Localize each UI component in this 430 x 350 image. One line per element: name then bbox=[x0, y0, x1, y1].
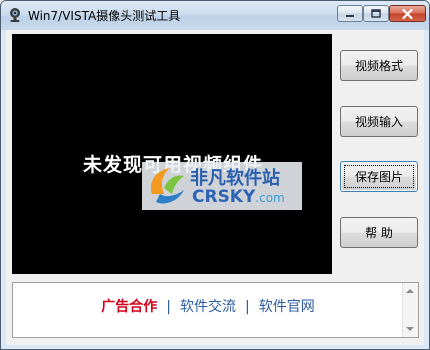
maximize-icon bbox=[371, 9, 381, 18]
link-separator: | bbox=[245, 299, 250, 315]
video-format-button[interactable]: 视频格式 bbox=[340, 50, 418, 81]
scroll-down-icon[interactable] bbox=[406, 327, 414, 331]
crsky-logo-icon bbox=[146, 164, 188, 211]
close-icon bbox=[402, 8, 413, 19]
window-title: Win7/VISTA摄像头测试工具 bbox=[28, 9, 181, 23]
title-bar[interactable]: Win7/VISTA摄像头测试工具 bbox=[1, 1, 429, 30]
links-panel: 广告合作 | 软件交流 | 软件官网 bbox=[12, 282, 419, 338]
software-exchange-link[interactable]: 软件交流 bbox=[180, 299, 236, 315]
video-preview: 未发现可用视频组件 非凡软件站 CRSKY.com bbox=[12, 34, 332, 274]
help-button[interactable]: 帮 助 bbox=[340, 217, 418, 248]
video-input-button[interactable]: 视频输入 bbox=[340, 106, 418, 137]
ad-cooperation-link[interactable]: 广告合作 bbox=[101, 299, 157, 315]
close-button[interactable] bbox=[389, 5, 426, 22]
save-image-button[interactable]: 保存图片 bbox=[340, 161, 418, 192]
webcam-icon bbox=[7, 7, 23, 23]
client-area: 未发现可用视频组件 非凡软件站 CRSKY.com 视频格式 视频输入 保存图片… bbox=[6, 30, 424, 345]
links-row: 广告合作 | 软件交流 | 软件官网 bbox=[13, 296, 403, 316]
minimize-button[interactable] bbox=[337, 5, 363, 22]
scroll-up-icon[interactable] bbox=[406, 289, 414, 293]
watermark-brand-text: CRSKY bbox=[192, 187, 256, 207]
watermark-brand: CRSKY.com bbox=[192, 187, 285, 207]
official-site-link[interactable]: 软件官网 bbox=[259, 299, 315, 315]
vertical-scrollbar[interactable] bbox=[402, 283, 418, 337]
watermark-suffix: .com bbox=[255, 191, 285, 205]
app-window: Win7/VISTA摄像头测试工具 未发现可用视频组件 bbox=[0, 0, 430, 350]
link-separator: | bbox=[166, 299, 171, 315]
maximize-button[interactable] bbox=[363, 5, 389, 22]
minimize-icon bbox=[346, 14, 354, 17]
site-watermark: 非凡软件站 CRSKY.com bbox=[142, 162, 302, 210]
